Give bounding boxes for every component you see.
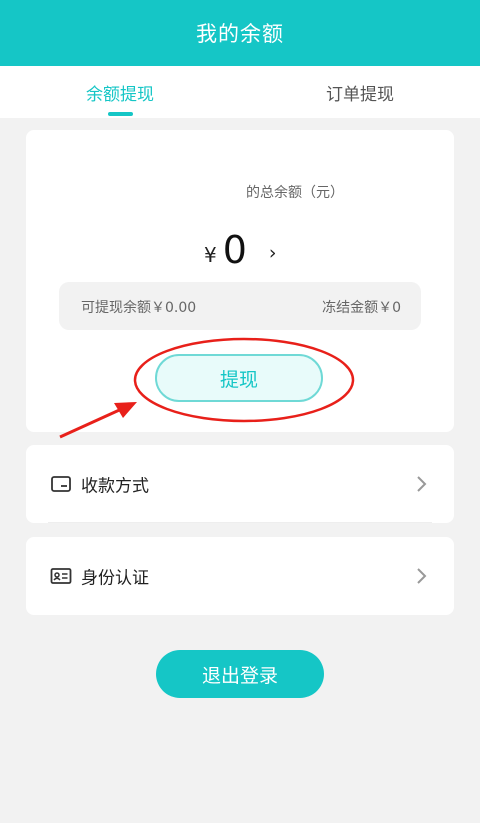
chevron-right-icon[interactable]: › (269, 242, 277, 264)
total-balance-label: 的总余额（元） (246, 185, 344, 201)
tab-balance-withdraw[interactable]: 余额提现 (0, 66, 240, 118)
tab-order-withdraw[interactable]: 订单提现 (240, 66, 480, 118)
menu-item-payment-method[interactable]: 收款方式 (26, 445, 454, 523)
frozen-amount: 冻结金额￥0 (322, 300, 401, 316)
menu-item-identity-verification[interactable]: 身份认证 (26, 537, 454, 615)
balance-card: 的总余额（元） ¥ 0 › 可提现余额￥0.00 冻结金额￥0 提现 (26, 130, 454, 432)
currency-symbol: ¥ (204, 243, 217, 267)
withdraw-button[interactable]: 提现 (155, 354, 323, 402)
wallet-icon (51, 476, 71, 492)
balance-detail-panel: 可提现余额￥0.00 冻结金额￥0 (59, 282, 421, 330)
tab-bar: 余额提现 订单提现 (0, 66, 480, 118)
withdrawable-balance: 可提现余额￥0.00 (81, 300, 197, 316)
menu-item-label: 收款方式 (81, 476, 149, 497)
page-title: 我的余额 (196, 22, 284, 46)
id-card-icon (50, 568, 72, 584)
balance-amount: 0 (222, 228, 247, 272)
active-tab-indicator (108, 112, 133, 116)
chevron-right-icon (417, 568, 427, 584)
app-header: 我的余额 (0, 0, 480, 66)
divider (48, 522, 432, 523)
menu-item-label: 身份认证 (81, 568, 149, 589)
balance-amount-row[interactable]: ¥ 0 › (204, 226, 277, 270)
logout-button[interactable]: 退出登录 (156, 650, 324, 698)
chevron-right-icon (417, 476, 427, 492)
